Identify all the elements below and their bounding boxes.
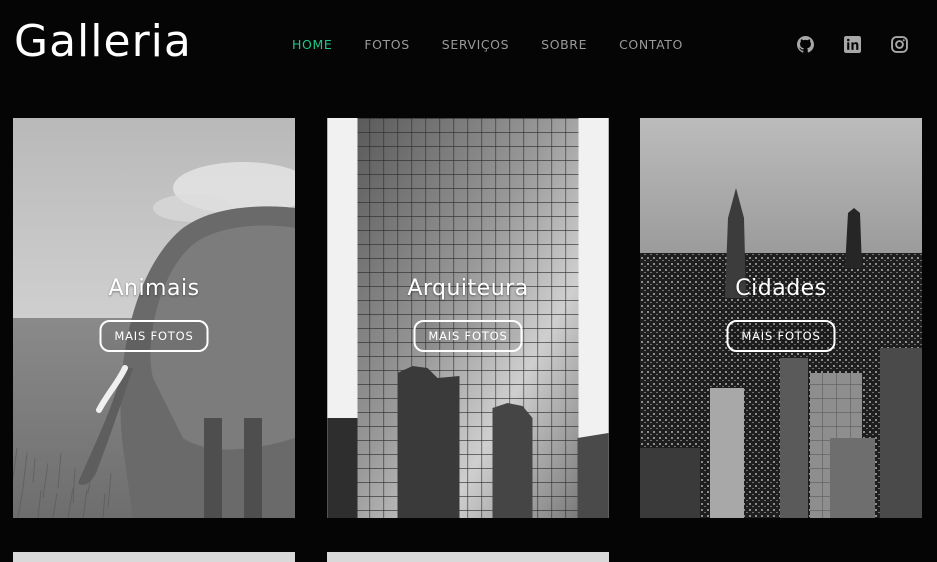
main-nav: HOME FOTOS SERVIÇOS SOBRE CONTATO <box>292 37 683 52</box>
gallery-card-partial[interactable] <box>327 552 609 562</box>
card-title: Cidades <box>735 276 827 301</box>
nav-fotos[interactable]: FOTOS <box>364 37 409 52</box>
gallery-card-partial[interactable] <box>13 552 295 562</box>
more-photos-button[interactable]: MAIS FOTOS <box>413 320 523 352</box>
nav-servicos[interactable]: SERVIÇOS <box>442 37 509 52</box>
nav-contato[interactable]: CONTATO <box>619 37 683 52</box>
nav-home[interactable]: HOME <box>292 37 332 52</box>
building-photo <box>327 118 609 518</box>
social-links <box>797 36 908 53</box>
elephant-photo <box>13 118 295 518</box>
site-logo[interactable]: Galleria <box>14 14 192 70</box>
city-photo <box>640 118 922 518</box>
card-title: Arquiteura <box>407 276 529 301</box>
card-title: Animais <box>108 276 200 301</box>
instagram-icon[interactable] <box>891 36 908 53</box>
more-photos-button[interactable]: MAIS FOTOS <box>726 320 836 352</box>
github-icon[interactable] <box>797 36 814 53</box>
more-photos-button[interactable]: MAIS FOTOS <box>99 320 209 352</box>
gallery-card-arquiteura[interactable]: Arquiteura MAIS FOTOS <box>327 118 609 518</box>
nav-sobre[interactable]: SOBRE <box>541 37 587 52</box>
linkedin-icon[interactable] <box>844 36 861 53</box>
gallery-card-cidades[interactable]: Cidades MAIS FOTOS <box>640 118 922 518</box>
gallery-card-animais[interactable]: Animais MAIS FOTOS <box>13 118 295 518</box>
